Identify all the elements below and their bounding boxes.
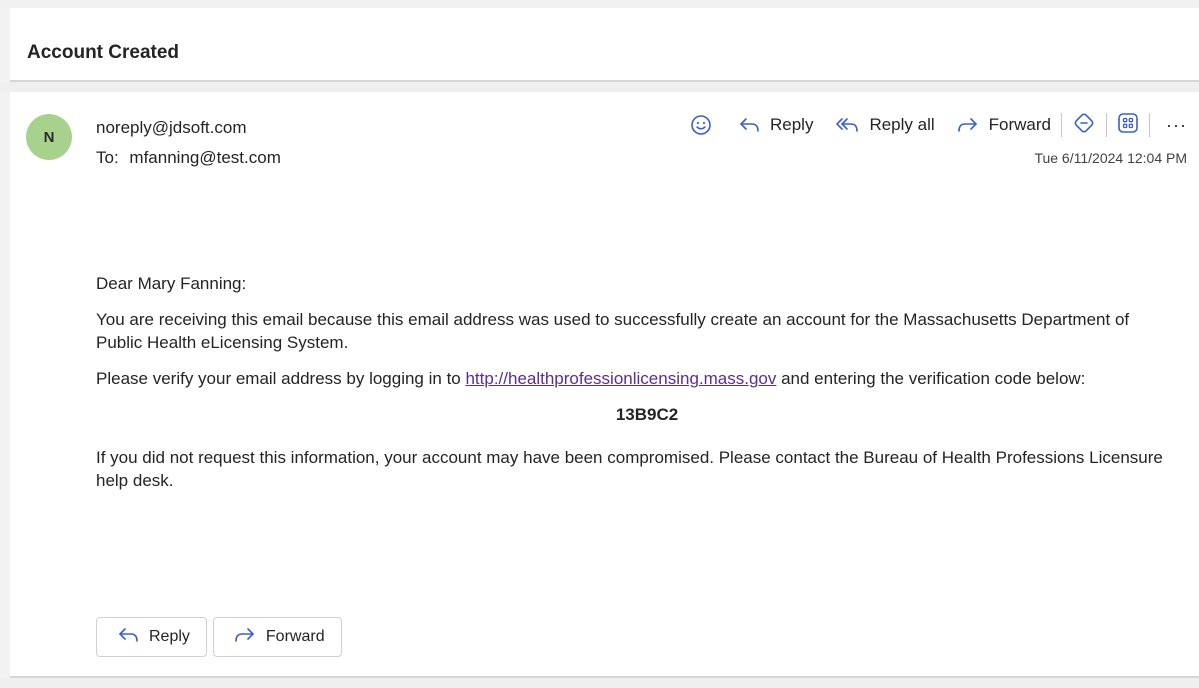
recipient-line: To: mfanning@test.com bbox=[96, 148, 281, 168]
email-reading-pane: Account Created N noreply@jdsoft.com To:… bbox=[0, 0, 1199, 688]
more-icon: ··· bbox=[1166, 114, 1187, 135]
emoji-icon bbox=[690, 114, 712, 136]
sender-address[interactable]: noreply@jdsoft.com bbox=[96, 118, 247, 138]
apps-button[interactable] bbox=[1117, 112, 1139, 139]
message-toolbar: Reply Reply all Forward ··· bbox=[690, 112, 1187, 138]
quick-forward-button[interactable]: Forward bbox=[212, 617, 342, 657]
forward-icon bbox=[957, 116, 979, 134]
reply-button[interactable]: Reply bbox=[738, 115, 813, 135]
sender-avatar[interactable]: N bbox=[26, 114, 72, 160]
loop-button[interactable] bbox=[1072, 111, 1096, 140]
divider bbox=[0, 82, 1199, 92]
forward-label: Forward bbox=[988, 115, 1052, 134]
message-date: Tue 6/11/2024 12:04 PM bbox=[1034, 150, 1187, 166]
message-body: Dear Mary Fanning: You are receiving thi… bbox=[96, 272, 1176, 505]
quick-reply-label: Reply bbox=[149, 628, 190, 645]
quick-forward-label: Forward bbox=[265, 628, 325, 645]
reply-all-label: Reply all bbox=[869, 115, 935, 134]
toolbar-separator bbox=[1106, 113, 1108, 137]
greeting: Dear Mary Fanning: bbox=[96, 274, 247, 293]
emoji-reaction-button[interactable] bbox=[690, 114, 712, 136]
apps-icon bbox=[1117, 112, 1139, 139]
email-subject: Account Created bbox=[27, 42, 180, 63]
reply-icon bbox=[117, 626, 139, 649]
para2-text-start: Please verify your email address by logg… bbox=[96, 369, 466, 388]
reply-all-button[interactable]: Reply all bbox=[835, 115, 935, 135]
verification-code: 13B9C2 bbox=[615, 405, 679, 424]
para2-text-end: and entering the verification code below… bbox=[776, 369, 1086, 388]
to-label: To: bbox=[96, 148, 119, 167]
body-paragraph-3: If you did not request this information,… bbox=[96, 448, 1163, 490]
quick-actions: Reply Forward bbox=[96, 617, 348, 657]
top-strip bbox=[0, 0, 1199, 8]
recipient-address[interactable]: mfanning@test.com bbox=[129, 148, 280, 167]
bottom-strip bbox=[0, 678, 1199, 688]
more-actions-button[interactable]: ··· bbox=[1166, 115, 1187, 136]
body-paragraph-1: You are receiving this email because thi… bbox=[96, 310, 1130, 352]
body-paragraph-2: Please verify your email address by logg… bbox=[96, 367, 1176, 390]
toolbar-separator bbox=[1061, 113, 1063, 137]
toolbar-separator bbox=[1149, 113, 1151, 137]
reply-icon bbox=[738, 116, 760, 134]
quick-reply-button[interactable]: Reply bbox=[96, 617, 207, 657]
forward-icon bbox=[234, 626, 256, 649]
message-card: N noreply@jdsoft.com To: mfanning@test.c… bbox=[10, 92, 1199, 678]
forward-button[interactable]: Forward bbox=[957, 115, 1051, 135]
licensing-link[interactable]: http://healthprofessionlicensing.mass.go… bbox=[465, 369, 776, 388]
reply-all-icon bbox=[835, 116, 859, 134]
reply-label: Reply bbox=[769, 115, 814, 134]
subject-header: Account Created bbox=[10, 8, 1199, 82]
loop-icon bbox=[1072, 111, 1096, 140]
